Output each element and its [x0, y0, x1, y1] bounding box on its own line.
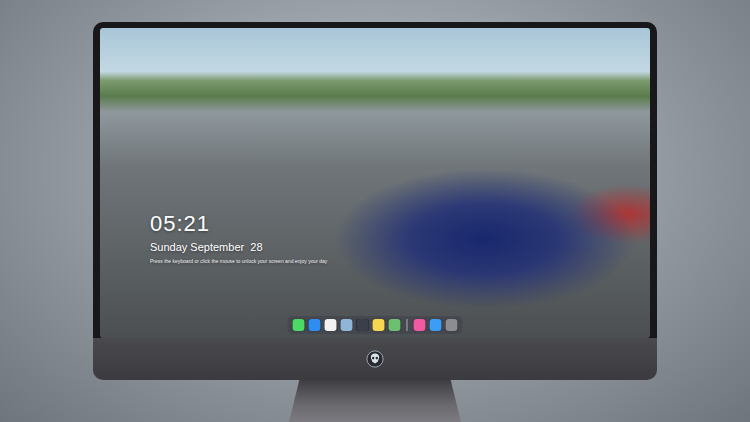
- app-icon[interactable]: [389, 319, 401, 331]
- wallpaper: 05:21 Sunday September 28 Press the keyb…: [100, 28, 650, 338]
- unlock-hint: Press the keyboard or click the mouse to…: [150, 258, 327, 265]
- app-icon[interactable]: [414, 319, 426, 331]
- monitor-chin: [93, 338, 657, 380]
- app-icon[interactable]: [446, 319, 458, 331]
- app-icon[interactable]: [341, 319, 353, 331]
- app-icon[interactable]: [430, 319, 442, 331]
- lock-info: 05:21 Sunday September 28 Press the keyb…: [150, 212, 327, 265]
- app-icon[interactable]: [309, 319, 321, 331]
- app-icon[interactable]: [293, 319, 305, 331]
- monitor: 05:21 Sunday September 28 Press the keyb…: [93, 22, 657, 380]
- monitor-stand: [289, 380, 461, 422]
- app-icon[interactable]: [325, 319, 337, 331]
- clock: 05:21: [150, 212, 327, 236]
- app-icon[interactable]: [357, 319, 369, 331]
- app-icon[interactable]: [373, 319, 385, 331]
- dock: [288, 316, 463, 334]
- monitor-bezel: 05:21 Sunday September 28 Press the keyb…: [93, 22, 657, 338]
- dock-separator: [407, 319, 408, 331]
- date: Sunday September 28: [150, 240, 327, 254]
- brand-logo-icon: [366, 350, 384, 368]
